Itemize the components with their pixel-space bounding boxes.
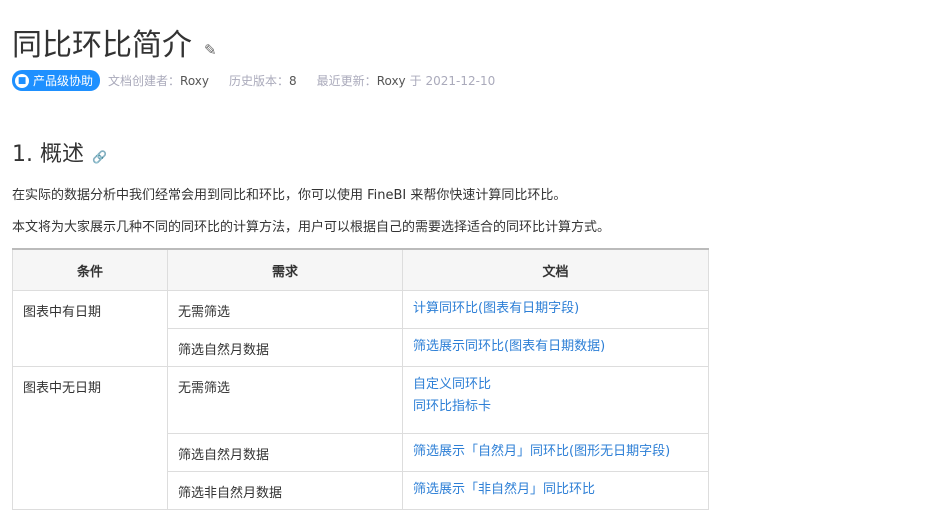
header-cell: 文档 <box>402 248 709 291</box>
doc-link[interactable]: 同环比指标卡 <box>413 393 698 421</box>
header-cell: 需求 <box>167 248 403 291</box>
need-cell: 筛选自然月数据 <box>167 433 403 472</box>
updated-label: 最近更新： <box>316 74 377 88</box>
title-text: 同比环比简介 <box>12 28 192 63</box>
version-label: 历史版本： <box>229 74 290 88</box>
link-icon[interactable]: 🔗 <box>92 150 107 164</box>
need-cell: 无需筛选 <box>167 290 403 329</box>
edit-icon[interactable]: ✎ <box>204 41 217 59</box>
updated-by: Roxy <box>376 73 406 88</box>
need-cell: 无需筛选 <box>167 366 403 434</box>
creator-label: 文档创建者： <box>108 74 181 88</box>
section-heading: 1. 概述 🔗 <box>12 136 107 168</box>
creator: Roxy <box>180 73 210 88</box>
need-cell: 筛选自然月数据 <box>167 328 403 367</box>
updated-on: 于 2021-12-10 <box>409 74 496 88</box>
product-badge: ■ 产品级协助 <box>12 70 101 91</box>
doc-link[interactable]: 筛选展示「非自然月」同比环比 <box>413 476 698 504</box>
doc-table: 条件 需求 文档 图表中有日期 无需筛选 计算同环比(图表有日期字段) 筛选自然月数据筛… <box>12 248 709 510</box>
doc-link[interactable]: 筛选展示同环比(图表有日期数据) <box>413 333 698 361</box>
heading-text: 1. 概述 <box>12 142 84 167</box>
paragraph: 本文将为大家展示几种不同的同环比的计算方法，用户可以根据自己的需要选择适合的同环… <box>12 220 611 235</box>
badge-label: 产品级协助 <box>33 74 94 88</box>
condition-cell: 图表中有日期 <box>12 290 168 367</box>
version[interactable]: 8 <box>289 74 297 88</box>
cube-icon: ■ <box>15 73 29 88</box>
doc-link[interactable]: 筛选展示「自然月」同环比(图形无日期字段) <box>413 438 698 466</box>
paragraph: 在实际的数据分析中我们经常会用到同比和环比，你可以使用 FineBI 来帮你快速… <box>12 188 567 203</box>
table-row: 图表中无日期 无需筛选 自定义同环比 同环比指标卡 <box>12 366 709 510</box>
table-header: 条件 需求 文档 <box>12 248 709 291</box>
page-title: 同比环比简介 ✎ <box>12 20 217 64</box>
table-row: 图表中有日期 无需筛选 计算同环比(图表有日期字段) <box>12 290 709 367</box>
condition-cell: 图表中无日期 <box>12 366 168 510</box>
header-cell: 条件 <box>12 248 168 291</box>
doc-meta: ■ 产品级协助 文档创建者： Roxy 历史版本： 8 最近更新： Roxy 于 2021… <box>12 70 495 91</box>
need-cell: 筛选非自然月数据 <box>167 471 403 510</box>
doc-link[interactable]: 计算同环比(图表有日期字段) <box>413 295 698 323</box>
